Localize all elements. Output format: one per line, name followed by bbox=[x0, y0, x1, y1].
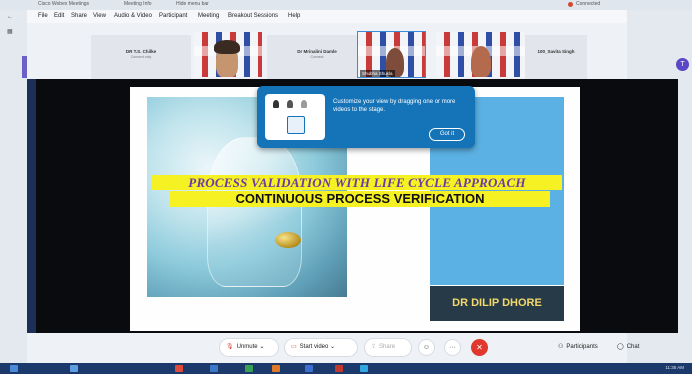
menu-help[interactable]: Help bbox=[288, 13, 300, 19]
person-icon bbox=[273, 100, 279, 108]
participant-video-tile[interactable] bbox=[194, 32, 262, 77]
camera-off-icon: ▭ bbox=[291, 344, 297, 350]
participant-name: Dr Mrinalini Damle bbox=[297, 49, 337, 54]
participant-status: Connect only bbox=[130, 55, 152, 59]
participant-strip: DR T.S. Chilke Connect only Dr Mrinalini… bbox=[27, 23, 627, 80]
participant-video bbox=[471, 46, 491, 77]
taskbar-app-icon[interactable] bbox=[272, 365, 280, 372]
capsule-image bbox=[275, 232, 301, 248]
close-icon: ✕ bbox=[476, 343, 483, 352]
participant-name: 100_Savita Singh bbox=[537, 49, 575, 54]
taskbar-app-icon[interactable] bbox=[175, 365, 183, 372]
more-options-icon[interactable]: ··· bbox=[445, 340, 460, 355]
title-bar: Cisco Webex Meetings Meeting Info Hide m… bbox=[0, 0, 692, 10]
taskbar: 11:35 AM bbox=[0, 363, 692, 374]
avatar[interactable]: T bbox=[676, 58, 689, 71]
apps-icon: ▦ bbox=[7, 29, 13, 35]
participants-button[interactable]: ⚇ Participants bbox=[552, 339, 608, 356]
unmute-button[interactable]: 🎙 Unmute ⌄ bbox=[220, 339, 278, 356]
stage-icon bbox=[287, 116, 305, 134]
taskbar-app-icon[interactable] bbox=[70, 365, 78, 372]
menu-share[interactable]: Share bbox=[71, 13, 87, 19]
person-icon bbox=[301, 100, 307, 108]
start-video-button[interactable]: ▭ Start video ⌄ bbox=[285, 339, 357, 356]
participant-video-tile[interactable]: Shubha Shukla bbox=[358, 32, 425, 77]
menu-audio-video[interactable]: Audio & Video bbox=[114, 13, 152, 19]
slide-subtitle: CONTINUOUS PROCESS VERIFICATION bbox=[170, 191, 550, 207]
participant-status: Connect bbox=[310, 55, 324, 59]
start-icon[interactable] bbox=[10, 365, 18, 372]
hair bbox=[214, 40, 240, 54]
unmute-label: Unmute bbox=[236, 344, 258, 350]
status-icon bbox=[568, 2, 573, 7]
connection-status: Connected bbox=[576, 1, 601, 7]
menu-participant[interactable]: Participant bbox=[159, 13, 187, 19]
taskbar-app-icon[interactable] bbox=[305, 365, 313, 372]
share-button[interactable]: ⇪ Share bbox=[365, 339, 411, 356]
glass-image bbox=[207, 137, 302, 287]
taskbar-app-icon[interactable] bbox=[335, 365, 343, 372]
hide-menu-bar-button[interactable]: Hide menu bar bbox=[176, 1, 209, 7]
mic-muted-icon: 🎙 bbox=[226, 344, 234, 350]
tooltip-illustration bbox=[265, 94, 325, 140]
participant-name: DR T.S. Chilke bbox=[125, 49, 157, 54]
participant-video-tile[interactable] bbox=[436, 32, 525, 77]
menu-meeting[interactable]: Meeting bbox=[198, 13, 219, 19]
participant-name: Shubha Shukla bbox=[360, 70, 395, 77]
menu-breakout-sessions[interactable]: Breakout Sessions bbox=[228, 13, 278, 19]
taskbar-app-icon[interactable] bbox=[245, 365, 253, 372]
person-icon bbox=[287, 100, 293, 108]
chevron-down-icon: ⌄ bbox=[259, 344, 265, 350]
chevron-down-icon: ⌄ bbox=[330, 344, 336, 350]
slide-title: PROCESS VALIDATION WITH LIFE CYCLE APPRO… bbox=[188, 175, 526, 190]
got-it-button[interactable]: Got it bbox=[429, 128, 465, 141]
back-arrow-icon: ← bbox=[7, 14, 13, 20]
participants-label: Participants bbox=[566, 344, 598, 350]
menu-edit[interactable]: Edit bbox=[54, 13, 64, 19]
slide-title-band: PROCESS VALIDATION WITH LIFE CYCLE APPRO… bbox=[152, 175, 562, 190]
chat-button[interactable]: ◯ Chat bbox=[611, 339, 651, 356]
share-label: Share bbox=[379, 344, 396, 350]
tooltip-text: Customize your view by dragging one or m… bbox=[333, 99, 456, 113]
webex-window: Cisco Webex Meetings Meeting Info Hide m… bbox=[0, 0, 692, 374]
customize-tooltip: Customize your view by dragging one or m… bbox=[257, 86, 475, 148]
menu-bar: File Edit Share View Audio & Video Parti… bbox=[27, 10, 627, 23]
slide-author: DR DILIP DHORE bbox=[452, 297, 542, 309]
reactions-icon[interactable]: ☺ bbox=[419, 340, 434, 355]
window-title: Cisco Webex Meetings bbox=[38, 1, 90, 7]
people-icon: ⚇ bbox=[558, 344, 564, 350]
chat-icon: ◯ bbox=[617, 344, 624, 350]
taskbar-app-icon[interactable] bbox=[360, 365, 368, 372]
meeting-controls: 🎙 Unmute ⌄ ▭ Start video ⌄ ⇪ Share ☺ ··· ✕ … bbox=[27, 333, 639, 363]
share-icon: ⇪ bbox=[371, 344, 377, 350]
clock: 11:35 AM bbox=[665, 365, 684, 370]
end-call-button[interactable]: ✕ bbox=[471, 339, 488, 356]
taskbar-app-icon[interactable] bbox=[210, 365, 218, 372]
chat-label: Chat bbox=[626, 344, 640, 350]
start-video-label: Start video bbox=[299, 344, 329, 350]
menu-file[interactable]: File bbox=[38, 13, 48, 19]
participant-tile[interactable]: Dr Mrinalini Damle Connect bbox=[267, 35, 367, 80]
menu-view[interactable]: View bbox=[93, 13, 106, 19]
participant-tile[interactable]: DR T.S. Chilke Connect only bbox=[91, 35, 191, 80]
meeting-info-tab[interactable]: Meeting Info bbox=[124, 1, 152, 7]
participant-tile[interactable]: 100_Savita Singh bbox=[525, 35, 587, 80]
